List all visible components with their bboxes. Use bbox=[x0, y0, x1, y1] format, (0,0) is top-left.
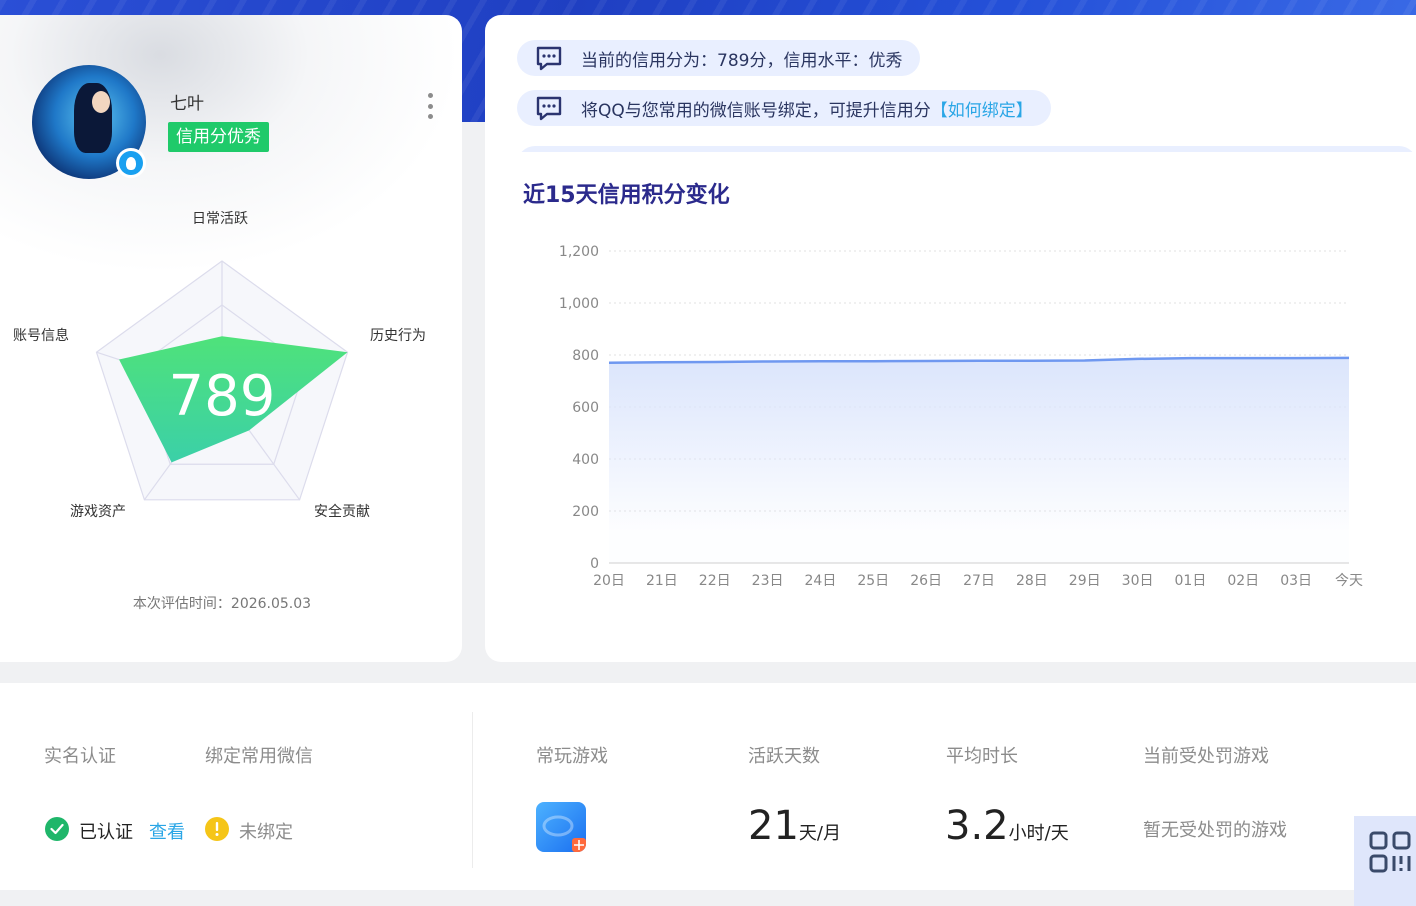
y-tick-label: 600 bbox=[572, 400, 599, 416]
wechat-status: 未绑定 bbox=[239, 822, 293, 843]
radar-label-daily-activity: 日常活跃 bbox=[192, 211, 248, 227]
credit-level-badge: 信用分优秀 bbox=[168, 122, 269, 152]
realname-view-link[interactable]: 查看 bbox=[149, 818, 185, 844]
x-tick-label: 25日 bbox=[857, 573, 889, 589]
radar-label-security: 安全贡献 bbox=[314, 504, 370, 520]
x-tick-label: 26日 bbox=[910, 573, 942, 589]
avg-duration-unit: 小时/天 bbox=[1008, 823, 1069, 844]
frequent-games-label: 常玩游戏 bbox=[536, 746, 608, 767]
y-tick-label: 0 bbox=[590, 556, 599, 572]
profile-card: 七叶 信用分优秀 789 日常活跃 历史行为 安全贡献 游戏资产 账号信息 本次… bbox=[0, 15, 462, 662]
penalty-games-value: 暂无受处罚的游戏 bbox=[1143, 820, 1287, 841]
x-tick-label: 22日 bbox=[699, 573, 731, 589]
realname-status: 已认证 bbox=[79, 822, 133, 843]
x-tick-label: 03日 bbox=[1280, 573, 1312, 589]
radar-label-account-info: 账号信息 bbox=[13, 328, 69, 344]
qq-icon bbox=[116, 148, 146, 178]
y-tick-label: 1,200 bbox=[559, 244, 599, 260]
game-icon[interactable] bbox=[536, 802, 586, 852]
more-options-icon[interactable] bbox=[420, 91, 440, 121]
username: 七叶 bbox=[170, 94, 204, 114]
avg-duration-number: 3.2 bbox=[945, 803, 1009, 849]
qr-code-icon bbox=[1369, 831, 1411, 873]
y-tick-label: 1,000 bbox=[559, 296, 599, 312]
warning-icon bbox=[205, 817, 229, 841]
penalty-games-label: 当前受处罚游戏 bbox=[1143, 746, 1269, 767]
y-tick-label: 400 bbox=[572, 452, 599, 468]
wechat-bind-label: 绑定常用微信 bbox=[205, 746, 313, 767]
credit-chart-card: 当前的信用分为：789分，信用水平：优秀 将QQ与您常用的微信账号绑定，可提升信… bbox=[485, 15, 1416, 662]
radar-chart: 789 bbox=[95, 260, 349, 501]
y-tick-label: 200 bbox=[572, 504, 599, 520]
series-area bbox=[609, 357, 1349, 563]
x-tick-label: 20日 bbox=[593, 573, 625, 589]
x-tick-label: 23日 bbox=[752, 573, 784, 589]
account-status-strip bbox=[0, 683, 1416, 890]
active-days-label: 活跃天数 bbox=[748, 746, 820, 767]
x-tick-label: 02日 bbox=[1227, 573, 1259, 589]
active-days-value: 21天/月 bbox=[748, 803, 841, 849]
qr-code-button[interactable] bbox=[1354, 816, 1416, 906]
y-tick-label: 800 bbox=[572, 348, 599, 364]
realname-label: 实名认证 bbox=[44, 746, 116, 767]
avg-duration-value: 3.2小时/天 bbox=[945, 803, 1069, 849]
section-divider bbox=[472, 712, 473, 868]
radar-label-history: 历史行为 bbox=[370, 328, 426, 344]
x-tick-label: 27日 bbox=[963, 573, 995, 589]
check-icon bbox=[45, 817, 69, 841]
credit-line-chart: 0 200 400 600 800 1,000 1,200 20日 21日 22日 23日 24日 25… bbox=[559, 244, 1363, 589]
x-tick-label: 30日 bbox=[1122, 573, 1154, 589]
avg-duration-label: 平均时长 bbox=[946, 746, 1018, 767]
x-tick-label: 今天 bbox=[1335, 573, 1363, 589]
x-tick-label: 28日 bbox=[1016, 573, 1048, 589]
credit-score-value: 789 bbox=[169, 364, 276, 429]
x-tick-label: 29日 bbox=[1069, 573, 1101, 589]
active-days-unit: 天/月 bbox=[798, 823, 841, 844]
active-days-number: 21 bbox=[748, 803, 799, 849]
x-tick-label: 21日 bbox=[646, 573, 678, 589]
radar-label-game-assets: 游戏资产 bbox=[70, 504, 126, 520]
evaluation-time: 本次评估时间：2026.05.03 bbox=[132, 596, 312, 612]
x-tick-label: 01日 bbox=[1175, 573, 1207, 589]
x-tick-label: 24日 bbox=[805, 573, 837, 589]
